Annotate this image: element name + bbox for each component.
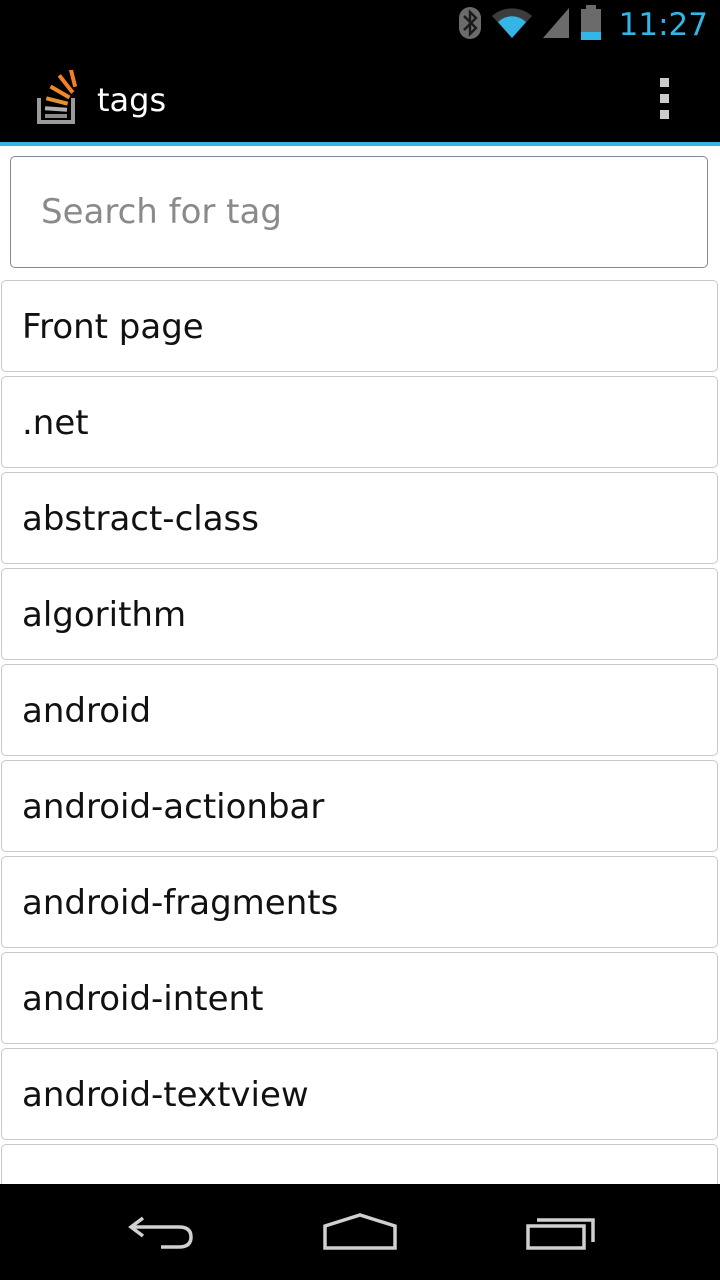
list-item[interactable]: android-fragments	[1, 856, 718, 948]
list-item[interactable]: Front page	[1, 280, 718, 372]
cell-signal-icon	[541, 6, 571, 44]
search-input[interactable]	[11, 157, 707, 267]
list-item[interactable]: android-ui	[1, 1144, 718, 1184]
battery-icon	[579, 5, 603, 45]
recent-apps-icon[interactable]	[502, 1194, 622, 1270]
list-item[interactable]: .net	[1, 376, 718, 468]
tag-label: android-intent	[22, 979, 264, 1019]
tag-label: android-fragments	[22, 883, 339, 923]
back-icon[interactable]	[100, 1194, 220, 1270]
tag-label: Front page	[22, 307, 204, 347]
overflow-dot	[659, 109, 669, 119]
tag-label: android	[22, 691, 152, 731]
overflow-menu-icon[interactable]	[640, 60, 688, 136]
overflow-dot	[659, 93, 669, 103]
screen: 11:27 tags Front page .net	[0, 0, 720, 1280]
list-item[interactable]: algorithm	[1, 568, 718, 660]
list-item[interactable]: abstract-class	[1, 472, 718, 564]
tag-label: android-textview	[22, 1075, 309, 1115]
overflow-dot	[659, 77, 669, 87]
home-icon[interactable]	[300, 1194, 420, 1270]
action-bar-divider	[0, 142, 720, 146]
tag-label: algorithm	[22, 595, 187, 635]
status-icons: 11:27	[457, 0, 708, 50]
list-item[interactable]: android-actionbar	[1, 760, 718, 852]
app-title: tags	[97, 81, 167, 119]
list-item[interactable]: android-textview	[1, 1048, 718, 1140]
wifi-icon	[491, 6, 533, 44]
list-item[interactable]: android	[1, 664, 718, 756]
list-item[interactable]: android-intent	[1, 952, 718, 1044]
tag-list[interactable]: Front page .net abstract-class algorithm…	[0, 280, 720, 1184]
stack-overflow-logo-icon[interactable]	[36, 68, 80, 124]
search-box	[10, 156, 708, 268]
bluetooth-icon	[457, 6, 483, 44]
tag-label: android-actionbar	[22, 787, 325, 827]
status-time: 11:27	[618, 7, 708, 43]
tag-label: abstract-class	[22, 499, 259, 539]
status-bar: 11:27	[0, 0, 720, 50]
tag-label: .net	[22, 403, 89, 443]
